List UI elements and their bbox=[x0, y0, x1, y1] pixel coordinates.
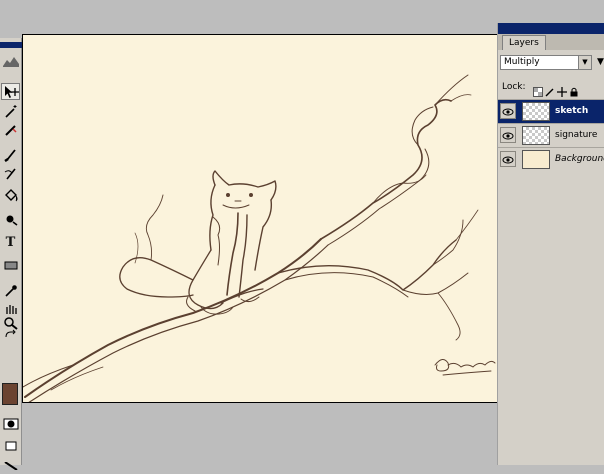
workspace-background bbox=[22, 403, 497, 465]
layer-thumbnail bbox=[522, 126, 550, 145]
brush-tool[interactable] bbox=[1, 146, 20, 163]
magic-wand-icon bbox=[3, 104, 19, 118]
history-brush-tool[interactable] bbox=[1, 165, 20, 182]
jump-to-imageready-button[interactable] bbox=[1, 457, 20, 474]
eyedropper-tool[interactable] bbox=[1, 281, 20, 298]
screen-mode-button[interactable] bbox=[1, 437, 20, 454]
eyedropper-icon bbox=[3, 283, 19, 297]
imageready-icon bbox=[3, 461, 19, 470]
toolbox-header bbox=[0, 42, 22, 48]
sketch-artwork bbox=[23, 74, 496, 402]
blend-mode-select[interactable]: Multiply ▼ bbox=[500, 55, 592, 70]
layer-name: sketch bbox=[555, 106, 589, 116]
layers-panel-tabstrip: Layers bbox=[498, 34, 604, 50]
document-canvas[interactable] bbox=[22, 34, 498, 403]
lock-image-icon[interactable] bbox=[545, 82, 555, 97]
burn-tool[interactable] bbox=[1, 210, 20, 227]
paint-bucket-icon bbox=[3, 188, 19, 203]
visibility-eye-icon[interactable] bbox=[500, 151, 516, 167]
layers-panel: Layers Multiply ▼ ▼ Lock: sketch signatu bbox=[497, 23, 604, 465]
move-icon bbox=[3, 85, 19, 99]
lock-transparency-icon[interactable] bbox=[533, 82, 543, 97]
lock-all-icon[interactable] bbox=[569, 82, 579, 97]
move-tool[interactable] bbox=[1, 83, 20, 100]
layer-name: signature bbox=[555, 130, 598, 140]
brush-icon bbox=[3, 148, 19, 162]
quick-mask-icon bbox=[3, 417, 19, 431]
type-icon: T bbox=[5, 235, 16, 250]
rectangle-shape-tool[interactable] bbox=[1, 256, 20, 273]
screen-mode-icon bbox=[3, 439, 19, 453]
healing-brush-tool[interactable] bbox=[1, 121, 20, 138]
visibility-eye-icon[interactable] bbox=[500, 103, 516, 119]
visibility-eye-icon[interactable] bbox=[500, 127, 516, 143]
lock-options bbox=[533, 80, 579, 97]
layer-thumbnail bbox=[522, 150, 550, 169]
swap-arrows-icon bbox=[3, 329, 19, 341]
type-tool[interactable]: T bbox=[1, 234, 20, 251]
burn-icon bbox=[3, 212, 19, 226]
foreground-color-swatch[interactable] bbox=[2, 383, 18, 405]
chevron-down-icon: ▼ bbox=[578, 56, 591, 69]
quick-mask-button[interactable] bbox=[1, 415, 20, 432]
lock-label: Lock: bbox=[502, 82, 526, 92]
blend-mode-value: Multiply bbox=[504, 57, 540, 67]
tab-layers[interactable]: Layers bbox=[502, 35, 546, 50]
swap-colors-button[interactable] bbox=[1, 326, 20, 343]
opacity-field-cut[interactable]: ▼ bbox=[597, 57, 604, 67]
layers-panel-titlebar[interactable] bbox=[498, 23, 604, 34]
magic-wand-tool[interactable] bbox=[1, 102, 20, 119]
layer-row-signature[interactable]: signature bbox=[498, 123, 604, 147]
layer-row-background[interactable]: Background bbox=[498, 147, 604, 171]
toolbox-preview bbox=[1, 52, 20, 69]
lock-position-icon[interactable] bbox=[557, 82, 567, 97]
healing-brush-icon bbox=[3, 123, 19, 137]
rectangle-shape-icon bbox=[3, 258, 19, 272]
layer-name: Background bbox=[555, 154, 604, 164]
paint-bucket-tool[interactable] bbox=[1, 187, 20, 204]
layer-row-sketch[interactable]: sketch bbox=[498, 99, 604, 123]
history-brush-icon bbox=[3, 167, 19, 181]
toolbox: T bbox=[0, 38, 22, 470]
layer-thumbnail bbox=[522, 102, 550, 121]
